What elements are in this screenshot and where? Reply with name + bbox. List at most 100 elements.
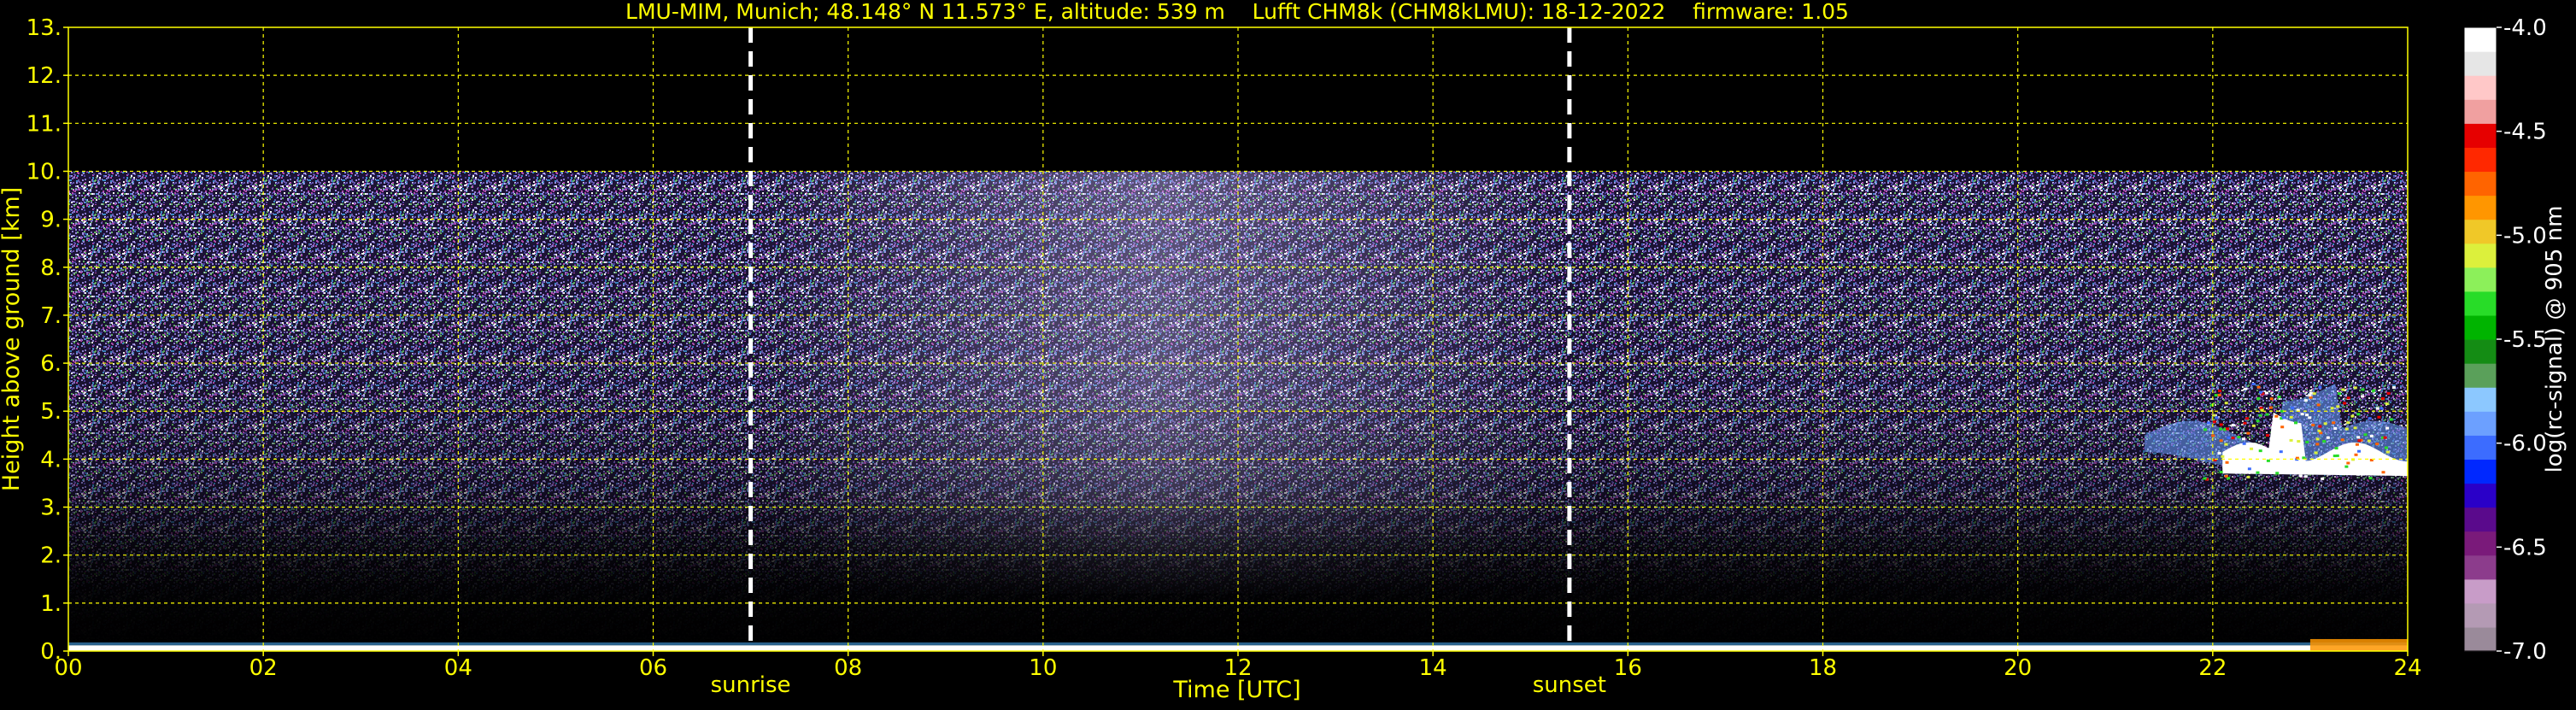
y-tick-label: 7. [40, 303, 62, 329]
y-tick-label: 13. [26, 15, 62, 41]
cloud-speckle [2289, 415, 2293, 419]
cloud-speckle [2303, 399, 2308, 402]
colorbar-segment [2464, 243, 2497, 268]
x-tick-label: 20 [2004, 655, 2032, 681]
y-tick-label: 3. [40, 496, 62, 521]
cloud-speckle [2356, 472, 2360, 476]
cloud-speckle [2291, 407, 2295, 410]
colorbar-segment [2464, 602, 2497, 628]
cloud-speckle [2280, 425, 2285, 429]
cloud-speckle [2247, 467, 2251, 471]
y-tick-label: 2. [40, 543, 62, 569]
cloud-speckle [2334, 447, 2338, 450]
cloud-speckle [2309, 396, 2313, 399]
cloud-speckle [2311, 424, 2315, 427]
cloud-speckle [2281, 416, 2286, 420]
cloud-speckle [2258, 414, 2262, 417]
cloud-speckle [2368, 417, 2372, 420]
cloud-speckle [2381, 471, 2385, 474]
cloud-speckle [2315, 437, 2320, 441]
cloud-speckle [2363, 433, 2368, 437]
cloud-speckle [2300, 413, 2304, 416]
cloud-speckle [2332, 455, 2337, 458]
colorbar-segment [2464, 123, 2497, 148]
colorbar-segment [2464, 459, 2497, 484]
cloud-speckle [2244, 417, 2249, 420]
cloud-speckle [2225, 461, 2229, 464]
cloud-speckle [2217, 390, 2221, 393]
cloud-speckle [2385, 402, 2389, 406]
x-tick-label: 22 [2198, 655, 2227, 681]
cloud-speckle [2380, 396, 2385, 400]
cloud-speckle [2305, 414, 2309, 417]
x-tick-label: 06 [639, 655, 667, 681]
colorbar-segment [2464, 411, 2497, 436]
cloud-speckle [2321, 477, 2325, 480]
y-tick-label: 6. [40, 351, 62, 377]
colorbar-segment [2464, 555, 2497, 580]
cloud-speckle [2243, 421, 2247, 425]
cloud-speckle [2246, 443, 2250, 447]
colorbar-segment [2464, 147, 2497, 173]
colorbar-segment [2464, 578, 2497, 604]
y-tick-label: 10. [26, 159, 62, 185]
cloud-speckle [2224, 443, 2228, 446]
colorbar-segment [2464, 267, 2497, 292]
cloud-speckle [2330, 407, 2334, 410]
cloud-speckle [2210, 403, 2215, 407]
cloud-speckle [2221, 455, 2225, 458]
colorbar-segment [2464, 75, 2497, 100]
cloud-speckle [2219, 471, 2223, 474]
cloud-speckle [2226, 427, 2230, 431]
cloud-speckle [2341, 388, 2345, 391]
cloud-speckle [2386, 391, 2391, 395]
cloud-speckle [2224, 474, 2228, 478]
cloud-speckle [2312, 392, 2316, 396]
colorbar-segment [2464, 531, 2497, 556]
cloud-speckle [2344, 465, 2349, 468]
x-tick-label: 14 [1419, 655, 1447, 681]
sunset-label: sunset [1533, 672, 1606, 698]
cloud-speckle [2313, 408, 2317, 412]
cloud-speckle [2333, 427, 2338, 431]
colorbar-segment [2464, 626, 2497, 652]
chart-title: LMU-MIM, Munich; 48.148° N 11.573° E, al… [625, 0, 1849, 24]
colorbar-segment [2464, 290, 2497, 316]
cloud-speckle [2328, 456, 2332, 460]
cloud-speckle [2231, 437, 2235, 440]
cloud-speckle [2246, 431, 2250, 435]
cloud-speckle [2211, 414, 2215, 417]
cloud-speckle [2384, 446, 2388, 449]
y-tick-label: 1. [40, 591, 62, 617]
cloud-speckle [2353, 386, 2357, 390]
cloud-speckle [2277, 396, 2281, 399]
cloud-speckle [2289, 438, 2293, 442]
cloud-speckle [2371, 389, 2375, 392]
cloud-speckle [2375, 407, 2379, 410]
cloud-speckle [2309, 391, 2313, 395]
cloud-speckle [2251, 424, 2256, 427]
cloud-speckle [2258, 449, 2262, 453]
cloud-speckle [2346, 421, 2350, 425]
cloud-speckle [2214, 394, 2218, 397]
cloud-speckle [2294, 421, 2298, 425]
colorbar-segment [2464, 507, 2497, 532]
cloud-speckle [2383, 436, 2387, 439]
cloud-speckle [2250, 447, 2254, 450]
colorbar-tick-label: -6.5 [2503, 535, 2547, 560]
ground-signal-late [2309, 638, 2408, 651]
ceilometer-plot: LMU-MIM, Munich; 48.148° N 11.573° E, al… [0, 0, 2576, 706]
cloud-speckle [2357, 439, 2362, 443]
cloud-speckle [2357, 449, 2362, 453]
cloud-speckle [2227, 436, 2231, 439]
cloud-speckle [2246, 475, 2250, 478]
colorbar-segment [2464, 171, 2497, 197]
cloud-speckle [2392, 460, 2397, 463]
cloud-speckle [2375, 443, 2379, 446]
colorbar-segment [2464, 387, 2497, 412]
cloud-speckle [2385, 450, 2390, 454]
cloud-speckle [2269, 397, 2274, 401]
cloud-speckle [2368, 477, 2373, 480]
cloud-speckle [2330, 460, 2334, 463]
y-tick-label: 12. [26, 63, 62, 89]
